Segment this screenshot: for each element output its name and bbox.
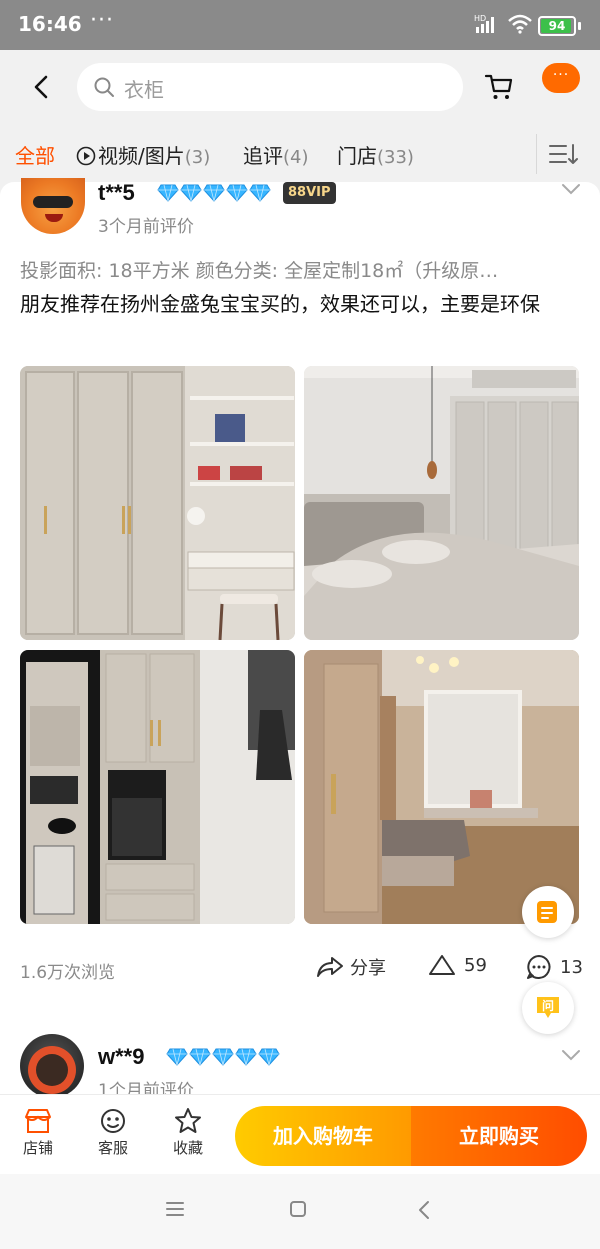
more-button[interactable]: ··· <box>542 63 580 93</box>
like-button[interactable]: 59 <box>428 954 487 976</box>
avatar[interactable] <box>21 178 85 234</box>
tabs-divider <box>536 134 537 174</box>
menu-icon[interactable] <box>165 1200 185 1218</box>
cart-button[interactable] <box>484 72 514 106</box>
tab-followup[interactable]: 追评(4) <box>243 140 309 169</box>
bedroom-bed-photo[interactable] <box>304 366 579 640</box>
member-level-badge <box>157 184 271 202</box>
diamond-icon <box>235 1048 257 1066</box>
note-icon <box>537 901 557 923</box>
member-level-badge <box>166 1048 280 1066</box>
sort-icon[interactable] <box>548 142 578 166</box>
diamond-icon <box>157 184 179 202</box>
share-icon <box>317 957 343 977</box>
cart-icon <box>484 74 513 99</box>
question-icon: 问 <box>537 997 559 1018</box>
share-label: 分享 <box>350 958 386 979</box>
battery-tip <box>578 22 581 30</box>
back-button[interactable] <box>26 72 56 102</box>
bottom-action-bar: 店铺 客服 收藏 加入购物车 立即购买 <box>0 1094 600 1174</box>
tab-followup-label: 追评 <box>243 144 283 168</box>
service-button[interactable]: 客服 <box>88 1105 138 1158</box>
diamond-icon <box>249 184 271 202</box>
shop-label: 店铺 <box>22 1139 53 1157</box>
comment-icon <box>527 955 551 979</box>
review-time: 3个月前评价 <box>98 217 194 237</box>
tab-store-label: 门店 <box>337 144 377 168</box>
search-input[interactable]: 衣柜 <box>77 63 463 111</box>
tab-all-label: 全部 <box>15 144 55 168</box>
home-icon[interactable] <box>289 1200 307 1218</box>
shop-button[interactable]: 店铺 <box>13 1105 63 1158</box>
float-question-button[interactable]: 问 <box>522 982 574 1034</box>
filter-tabs: 全部 视频/图片(3) 追评(4) 门店(33) <box>0 130 600 178</box>
diamond-icon <box>203 184 225 202</box>
avatar-glasses <box>33 196 73 208</box>
play-icon <box>76 146 96 166</box>
add-to-cart-button[interactable]: 加入购物车 <box>235 1106 411 1166</box>
buy-now-button[interactable]: 立即购买 <box>411 1106 587 1166</box>
service-label: 客服 <box>97 1139 128 1157</box>
avatar-mouth <box>45 214 63 222</box>
star-icon <box>175 1108 201 1133</box>
store-icon <box>25 1109 51 1133</box>
review-text: 朋友推荐在扬州金盛兔宝宝买的，效果还可以，主要是环保 <box>20 292 540 316</box>
diamond-icon <box>258 1048 280 1066</box>
diamond-icon <box>180 184 202 202</box>
diamond-icon <box>226 184 248 202</box>
tab-store[interactable]: 门店(33) <box>337 140 414 169</box>
like-count: 59 <box>464 954 487 976</box>
tab-all[interactable]: 全部 <box>15 140 55 169</box>
question-label: 问 <box>542 998 554 1013</box>
tab-video-label: 视频/图片 <box>98 144 185 168</box>
bedroom-window-photo[interactable] <box>304 650 579 924</box>
search-placeholder: 衣柜 <box>124 78 164 102</box>
status-dots: ··· <box>90 8 114 33</box>
tab-video-count: (3) <box>184 147 211 168</box>
battery-icon: 94 <box>538 16 576 36</box>
diamond-icon <box>189 1048 211 1066</box>
system-navigation-bar <box>0 1174 600 1249</box>
favorite-button[interactable]: 收藏 <box>163 1105 213 1158</box>
reviewer-name[interactable]: w**9 <box>98 1044 144 1070</box>
signal-icon: HD <box>474 13 500 39</box>
tab-video-image[interactable]: 视频/图片(3) <box>76 140 210 169</box>
share-button[interactable]: 分享 <box>316 954 386 980</box>
status-bar: 16:46 ··· HD 94 <box>0 0 600 50</box>
product-spec: 投影面积: 18平方米 颜色分类: 全屋定制18㎡（升级原… <box>20 260 499 282</box>
wifi-icon <box>507 14 533 38</box>
diamond-icon <box>166 1048 188 1066</box>
review-time: 1个月前评价 <box>98 1081 194 1094</box>
kitchen-cabinet-photo[interactable] <box>20 650 295 924</box>
customer-service-icon <box>101 1109 125 1133</box>
vip-badge: 88VIP <box>283 182 336 204</box>
reviewer-name[interactable]: t**5 <box>98 180 135 206</box>
float-note-button[interactable] <box>522 886 574 938</box>
back-icon[interactable] <box>417 1200 431 1220</box>
search-icon <box>94 77 114 97</box>
tab-store-count: (33) <box>377 147 414 168</box>
view-count: 1.6万次浏览 <box>20 963 116 983</box>
avatar-inner <box>36 1054 68 1086</box>
battery-level: 94 <box>548 19 566 33</box>
favorite-label: 收藏 <box>172 1139 203 1157</box>
comment-count: 13 <box>560 956 583 978</box>
chevron-left-icon <box>34 75 48 99</box>
like-triangle-icon <box>429 955 455 975</box>
diamond-icon <box>212 1048 234 1066</box>
chevron-down-icon[interactable] <box>560 182 582 196</box>
avatar[interactable] <box>20 1034 84 1094</box>
hd-label: HD <box>474 14 486 23</box>
review-list: t**5 88VIP 3个月前评价 投影面积: 18平方米 颜色分类: 全屋定制… <box>0 178 600 1094</box>
comment-button[interactable]: 13 <box>526 954 583 980</box>
header: 衣柜 ··· <box>0 50 600 130</box>
status-time: 16:46 <box>18 12 82 36</box>
tab-followup-count: (4) <box>283 147 309 168</box>
review-card: t**5 88VIP 3个月前评价 投影面积: 18平方米 颜色分类: 全屋定制… <box>0 178 600 1094</box>
chevron-down-icon[interactable] <box>560 1048 582 1062</box>
wardrobe-desk-photo[interactable] <box>20 366 295 640</box>
